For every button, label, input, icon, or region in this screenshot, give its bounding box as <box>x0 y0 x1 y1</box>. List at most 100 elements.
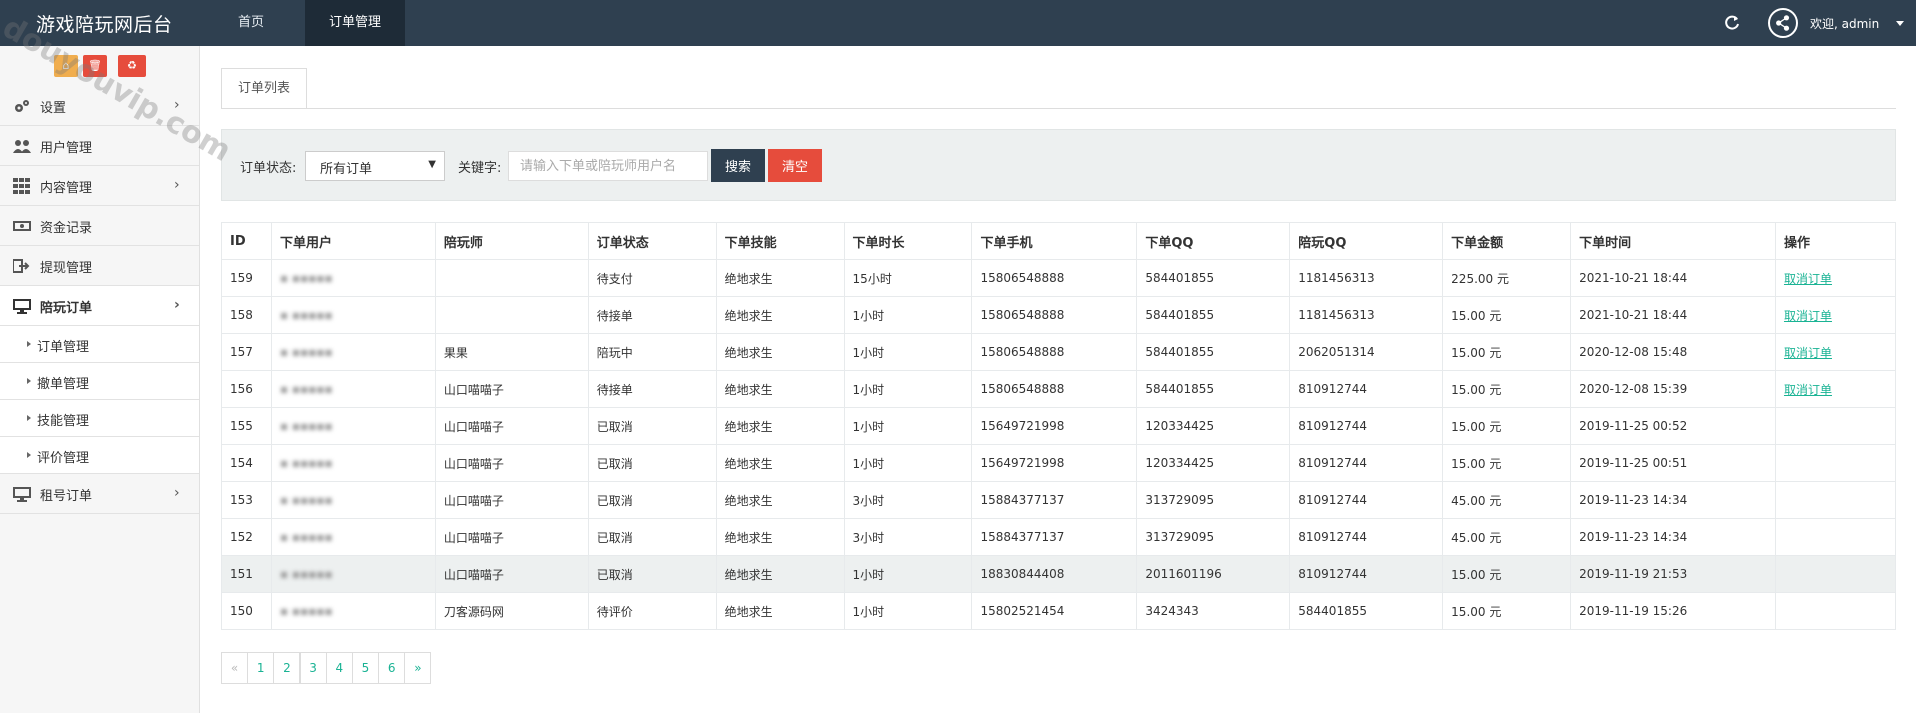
table-row[interactable]: 159 ▪ ▪▪▪▪▪ 待支付 绝地求生 15小时 15806548888 58440185… <box>221 259 1897 297</box>
table-row[interactable]: 153 ▪ ▪▪▪▪▪ 山口喵喵子 已取消 绝地求生 3小时 15884377137 3137… <box>221 481 1897 519</box>
cancel-order-link[interactable]: 取消订单 <box>1784 383 1832 397</box>
table-cell: 584401855 <box>1136 296 1291 334</box>
nav-order-management[interactable]: 订单管理 <box>305 0 405 46</box>
caret-right-icon <box>27 415 31 421</box>
sidebar-item-label: 租号订单 <box>40 489 93 504</box>
table-cell: 15.00 元 <box>1442 592 1572 630</box>
table-cell: 2019-11-25 00:51 <box>1570 444 1776 482</box>
table-cell: 绝地求生 <box>715 333 845 371</box>
table-cell: 绝地求生 <box>715 444 845 482</box>
sidebar-subitem-cancel-management[interactable]: 撤单管理 <box>0 363 199 400</box>
table-cell: 1小时 <box>843 555 973 593</box>
table-row[interactable]: 155 ▪ ▪▪▪▪▪ 山口喵喵子 已取消 绝地求生 1小时 15649721998 1203… <box>221 407 1897 445</box>
page-number-button[interactable]: 3 <box>299 652 327 684</box>
search-button[interactable]: 搜索 <box>711 149 765 182</box>
table-row[interactable]: 152 ▪ ▪▪▪▪▪ 山口喵喵子 已取消 绝地求生 3小时 15884377137 3137… <box>221 518 1897 556</box>
brand-title[interactable]: 游戏陪玩网后台 <box>36 10 173 37</box>
page-next-button[interactable]: » <box>404 652 432 684</box>
column-header: 下单时间 <box>1570 222 1776 260</box>
table-cell <box>1774 444 1897 482</box>
status-select[interactable]: 所有订单 ▼ <box>305 151 445 181</box>
table-cell: 810912744 <box>1289 407 1444 445</box>
table-cell: 山口喵喵子 <box>434 370 589 408</box>
cancel-order-link[interactable]: 取消订单 <box>1784 272 1832 286</box>
table-cell: 1小时 <box>843 444 973 482</box>
table-row[interactable]: 156 ▪ ▪▪▪▪▪ 山口喵喵子 待接单 绝地求生 1小时 15806548888 5844… <box>221 370 1897 408</box>
sidebar-subitem-label: 订单管理 <box>37 340 90 355</box>
table-cell: 已取消 <box>587 518 717 556</box>
table-cell: ▪ ▪▪▪▪▪ <box>270 296 436 334</box>
table-cell <box>434 296 589 334</box>
table-cell: 果果 <box>434 333 589 371</box>
table-cell: 810912744 <box>1289 481 1444 519</box>
tab-divider <box>221 108 1896 109</box>
tab-order-list[interactable]: 订单列表 <box>221 68 307 109</box>
avatar[interactable] <box>1768 8 1798 38</box>
table-cell: 15806548888 <box>971 333 1138 371</box>
table-cell: ▪ ▪▪▪▪▪ <box>270 592 436 630</box>
page-number-button[interactable]: 4 <box>325 652 353 684</box>
welcome-user-menu[interactable]: 欢迎, admin <box>1810 15 1879 32</box>
trash-tool-icon[interactable]: 🗑 <box>83 55 107 77</box>
recycle-tool-icon[interactable]: ♻ <box>118 55 146 77</box>
page-number-button[interactable]: 5 <box>352 652 379 684</box>
table-cell: 3小时 <box>843 481 973 519</box>
table-cell: ▪ ▪▪▪▪▪ <box>270 518 436 556</box>
table-cell: 584401855 <box>1289 592 1444 630</box>
cancel-order-link[interactable]: 取消订单 <box>1784 346 1832 360</box>
page-prev-button[interactable]: « <box>221 652 248 684</box>
table-cell: 155 <box>221 407 272 445</box>
table-cell: 绝地求生 <box>715 555 845 593</box>
table-header-row: ID 下单用户 陪玩师 订单状态 下单技能 下单时长 下单手机 下单QQ 陪玩QQ 下单金额 下单时… <box>221 222 1897 260</box>
nav-home[interactable]: 首页 <box>220 0 282 46</box>
redacted-username: ▪ ▪▪▪▪▪ <box>279 382 333 396</box>
column-header: 陪玩QQ <box>1289 222 1444 260</box>
table-cell: 1小时 <box>843 296 973 334</box>
sidebar-subitem-review-management[interactable]: 评价管理 <box>0 437 199 474</box>
table-cell: 313729095 <box>1136 518 1291 556</box>
table-cell: 刀客源码网 <box>434 592 589 630</box>
table-cell: ▪ ▪▪▪▪▪ <box>270 555 436 593</box>
table-row[interactable]: 158 ▪ ▪▪▪▪▪ 待接单 绝地求生 1小时 15806548888 584401855… <box>221 296 1897 334</box>
keyword-input[interactable] <box>508 151 708 181</box>
sidebar-item-rental-orders[interactable]: 租号订单 › <box>0 474 199 514</box>
caret-down-icon[interactable] <box>1896 21 1904 26</box>
sidebar-subitem-skill-management[interactable]: 技能管理 <box>0 400 199 437</box>
sidebar-item-content[interactable]: 内容管理 › <box>0 166 199 206</box>
table-cell: 2019-11-23 14:34 <box>1570 518 1776 556</box>
table-cell: 绝地求生 <box>715 259 845 297</box>
table-cell: 584401855 <box>1136 259 1291 297</box>
table-row[interactable]: 154 ▪ ▪▪▪▪▪ 山口喵喵子 已取消 绝地求生 1小时 15649721998 1203… <box>221 444 1897 482</box>
page-number-button[interactable]: 6 <box>378 652 406 684</box>
sidebar-subitem-label: 技能管理 <box>37 414 90 429</box>
redacted-username: ▪ ▪▪▪▪▪ <box>279 604 333 618</box>
sidebar-item-label: 资金记录 <box>40 221 93 236</box>
table-cell: ▪ ▪▪▪▪▪ <box>270 481 436 519</box>
sidebar-item-users[interactable]: 用户管理 <box>0 126 199 166</box>
home-tool-icon[interactable]: ⌂ <box>54 55 78 77</box>
table-row[interactable]: 151 ▪ ▪▪▪▪▪ 山口喵喵子 已取消 绝地求生 1小时 18830844408 2011… <box>221 555 1897 593</box>
page-number-button[interactable]: 2 <box>273 652 301 684</box>
sidebar-item-withdraw[interactable]: 提现管理 <box>0 246 199 286</box>
table-row[interactable]: 150 ▪ ▪▪▪▪▪ 刀客源码网 待评价 绝地求生 1小时 15802521454 3424… <box>221 592 1897 630</box>
refresh-icon[interactable] <box>1722 13 1742 33</box>
table-cell: 陪玩中 <box>587 333 717 371</box>
table-cell: 225.00 元 <box>1442 259 1572 297</box>
table-cell: 绝地求生 <box>715 592 845 630</box>
table-cell: 待评价 <box>587 592 717 630</box>
sidebar-subitem-label: 评价管理 <box>37 451 90 466</box>
sidebar-item-companion-orders[interactable]: 陪玩订单 › <box>0 286 199 326</box>
sidebar-item-settings[interactable]: 设置 › <box>0 86 199 126</box>
table-cell: 2019-11-25 00:52 <box>1570 407 1776 445</box>
sidebar-item-funds[interactable]: 资金记录 <box>0 206 199 246</box>
table-cell: 2019-11-19 15:26 <box>1570 592 1776 630</box>
table-row[interactable]: 157 ▪ ▪▪▪▪▪ 果果 陪玩中 绝地求生 1小时 15806548888 5844018… <box>221 333 1897 371</box>
cancel-order-link[interactable]: 取消订单 <box>1784 309 1832 323</box>
clear-button[interactable]: 清空 <box>768 149 822 182</box>
table-cell: 15.00 元 <box>1442 444 1572 482</box>
sidebar-subitem-order-management[interactable]: 订单管理 <box>0 326 199 363</box>
column-header: 下单技能 <box>715 222 845 260</box>
table-cell: 18830844408 <box>971 555 1138 593</box>
page-number-button[interactable]: 1 <box>247 652 275 684</box>
table-cell: ▪ ▪▪▪▪▪ <box>270 407 436 445</box>
